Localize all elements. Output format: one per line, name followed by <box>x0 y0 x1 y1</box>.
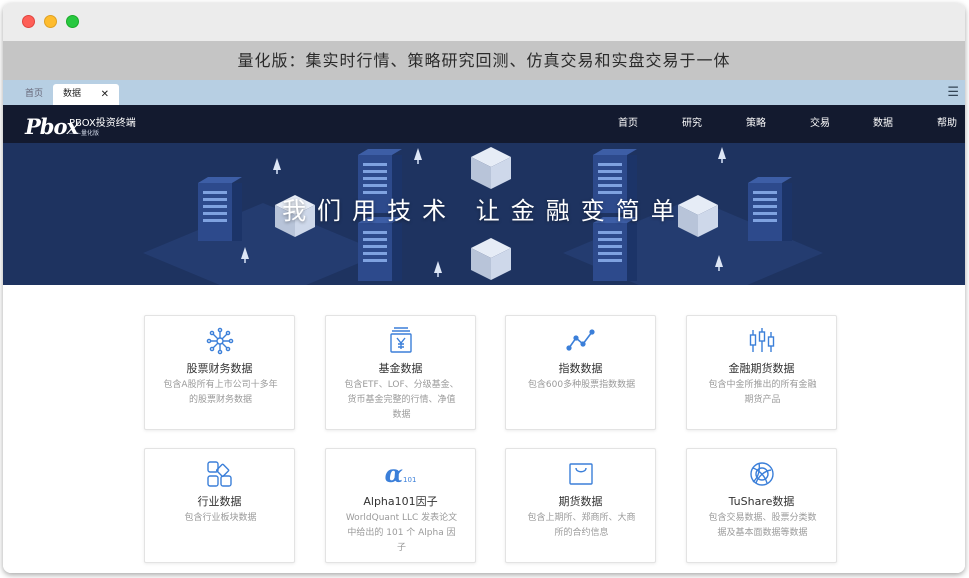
globe-icon <box>687 459 836 489</box>
card-description: 包含交易数据、股票分类数据及基本面数据等数据 <box>708 513 817 538</box>
top-navbar: Pbox PBOX投资终端 ——量化版 首页 研究 策略 交易 数据 帮助 <box>3 105 965 143</box>
card-description: WorldQuant LLC 发表论文中给出的 101 个 Alpha 因子 <box>345 513 458 553</box>
nav-help[interactable]: 帮助 <box>937 105 957 143</box>
minimize-window-button[interactable] <box>44 15 57 28</box>
tab-data-label: 数据 <box>63 89 82 99</box>
tab-home[interactable]: 首页 <box>15 84 53 105</box>
network-icon <box>145 326 294 356</box>
brand-name: PBOX投资终端 <box>69 118 136 129</box>
card-tushare-data[interactable]: TuShare数据 包含交易数据、股票分类数据及基本面数据等数据 <box>686 448 837 563</box>
close-window-button[interactable] <box>22 15 35 28</box>
hero-slogan: 我们用技术 让金融变简单 <box>282 197 686 225</box>
nav-trade[interactable]: 交易 <box>810 105 830 143</box>
nav-home[interactable]: 首页 <box>618 105 638 143</box>
nav-research[interactable]: 研究 <box>682 105 702 143</box>
card-description: 包含A股所有上市公司十多年的股票财务数据 <box>163 380 278 405</box>
card-fund-data[interactable]: 基金数据 包含ETF、LOF、分级基金、货币基金完整的行情、净值数据 <box>325 315 476 430</box>
card-industry-data[interactable]: 行业数据 包含行业板块数据 <box>144 448 295 563</box>
brand-edition: ——量化版 <box>69 130 100 137</box>
alpha-glyph: α <box>384 459 404 488</box>
hero-banner: 我们用技术 让金融变简单 <box>3 143 965 285</box>
nav-data[interactable]: 数据 <box>873 105 893 143</box>
line-chart-icon <box>506 326 655 356</box>
card-description: 包含600多种股票指数数据 <box>527 380 636 390</box>
window-titlebar <box>3 3 965 41</box>
card-title: 基金数据 <box>378 362 423 375</box>
zoom-window-button[interactable] <box>66 15 79 28</box>
feature-caption: 量化版：集实时行情、策略研究回测、仿真交易和实盘交易于一体 <box>3 41 965 80</box>
tab-home-label: 首页 <box>25 89 44 99</box>
card-index-data[interactable]: 指数数据 包含600多种股票指数数据 <box>505 315 656 430</box>
nav-strategy[interactable]: 策略 <box>746 105 766 143</box>
basket-icon <box>506 459 655 489</box>
fund-yen-icon <box>326 326 475 356</box>
card-description: 包含上期所、郑商所、大商所的合约信息 <box>527 513 636 538</box>
card-alpha101[interactable]: α101 Alpha101因子 WorldQuant LLC 发表论文中给出的 … <box>325 448 476 563</box>
card-title: 期货数据 <box>558 495 603 508</box>
data-card-grid: 股票财务数据 包含A股所有上市公司十多年的股票财务数据 基金数据 包含ETF、L… <box>3 285 965 573</box>
card-title: 股票财务数据 <box>186 362 253 375</box>
alpha-subscript: 101 <box>403 476 417 484</box>
card-stock-financial[interactable]: 股票财务数据 包含A股所有上市公司十多年的股票财务数据 <box>144 315 295 430</box>
card-description: 包含ETF、LOF、分级基金、货币基金完整的行情、净值数据 <box>344 380 459 420</box>
card-title: 金融期货数据 <box>728 362 795 375</box>
close-tab-icon[interactable]: ✕ <box>101 84 109 105</box>
card-title: Alpha101因子 <box>363 495 438 508</box>
app-window: 量化版：集实时行情、策略研究回测、仿真交易和实盘交易于一体 首页 数据 ✕ ☰ … <box>3 3 965 573</box>
tab-bar: 首页 数据 ✕ ☰ <box>3 80 965 105</box>
alpha-icon: α101 <box>326 459 475 489</box>
tab-data[interactable]: 数据 ✕ <box>53 84 119 105</box>
card-description: 包含中金所推出的所有金融期货产品 <box>708 380 817 405</box>
candlestick-icon <box>687 326 836 356</box>
card-description: 包含行业板块数据 <box>184 513 257 523</box>
card-financial-futures[interactable]: 金融期货数据 包含中金所推出的所有金融期货产品 <box>686 315 837 430</box>
card-title: TuShare数据 <box>728 495 795 508</box>
card-title: 行业数据 <box>197 495 242 508</box>
menu-icon[interactable]: ☰ <box>947 85 959 100</box>
card-title: 指数数据 <box>558 362 603 375</box>
card-futures-data[interactable]: 期货数据 包含上期所、郑商所、大商所的合约信息 <box>505 448 656 563</box>
blocks-icon <box>145 459 294 489</box>
